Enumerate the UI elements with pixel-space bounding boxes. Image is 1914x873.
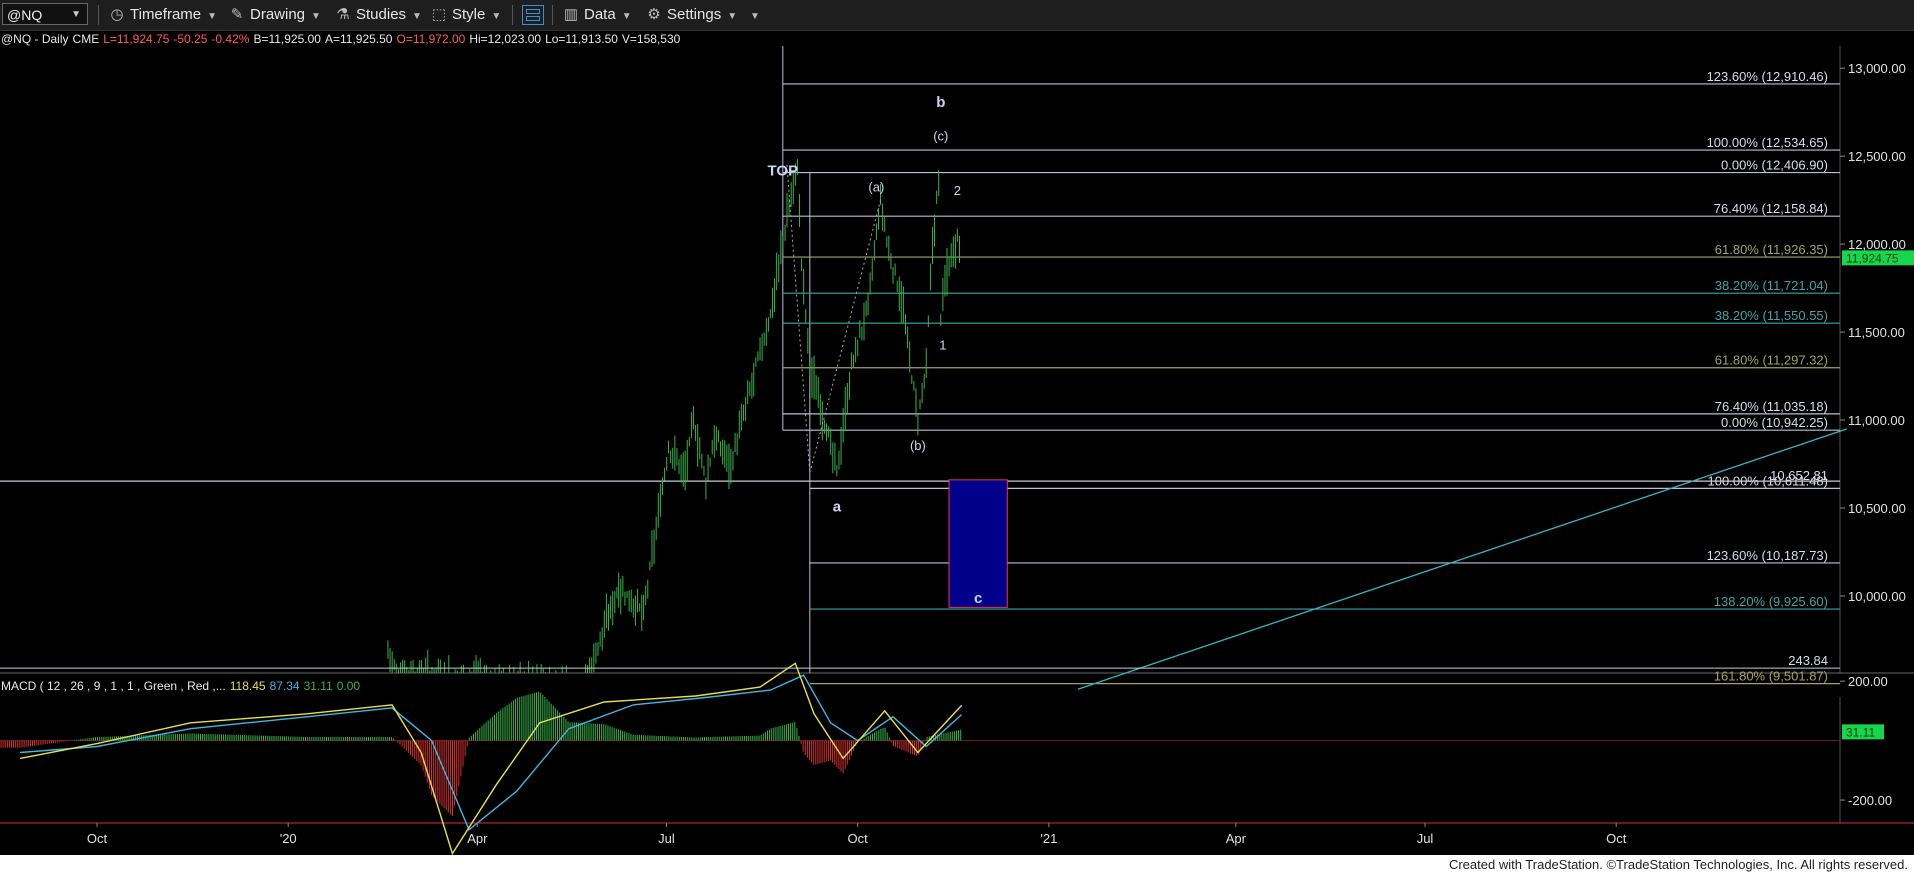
target-zone-box xyxy=(948,479,1008,608)
time-tick-label: Oct xyxy=(1606,831,1627,846)
macd-badge-label: 31.11 xyxy=(1846,725,1875,739)
wave-label: (a) xyxy=(868,179,884,194)
wave-dotted-line xyxy=(809,200,881,473)
price-chart[interactable]: 13,000.00 12,500.00 12,000.00 11,500.00 11,0… xyxy=(0,0,1914,855)
wave-label: 2 xyxy=(954,183,961,198)
price-tick-label: 12,000.00 xyxy=(1848,237,1906,252)
price-tick-label: 10,500.00 xyxy=(1848,501,1906,516)
time-tick-label: Apr xyxy=(1226,831,1247,846)
wave-label: c xyxy=(974,590,982,607)
wave-label: (c) xyxy=(933,128,948,143)
macd-study-label: MACD ( 12 , 26 , 9 , 1 , 1 , Green , Red… xyxy=(1,679,226,693)
macd-signal-value: 87.34 xyxy=(269,679,300,693)
macd-histogram xyxy=(0,691,962,817)
fib-level-label: 0.00% (12,406.90) xyxy=(1721,158,1828,173)
fib-level-label: 100.00% (12,534.65) xyxy=(1707,135,1828,150)
wave-label: a xyxy=(833,499,842,516)
footer-credit: Created with TradeStation. ©TradeStation… xyxy=(1448,857,1908,872)
macd-value: 118.45 xyxy=(229,679,266,693)
macd-zero-value: 0.00 xyxy=(336,679,361,693)
support-line-label: 10,652.81 xyxy=(1770,468,1828,483)
time-axis: Oct '20 Apr Jul Oct '21 Apr Jul Oct xyxy=(87,823,1627,846)
time-tick-label: Oct xyxy=(87,831,108,846)
fib-level-label: 0.00% (10,942.25) xyxy=(1721,415,1828,430)
wave-label: b xyxy=(936,94,945,111)
wave-label: 1 xyxy=(939,338,946,353)
wave-dotted-line xyxy=(786,164,811,473)
wave-label: (b) xyxy=(910,438,926,453)
fib-level-label: 38.20% (11,721.04) xyxy=(1715,278,1828,293)
price-tick-label: 13,000.00 xyxy=(1848,61,1906,76)
price-tick-label: 11,000.00 xyxy=(1848,413,1905,428)
time-tick-label: Jul xyxy=(658,831,675,846)
macd-hist-value: 31.11 xyxy=(303,679,333,693)
time-tick-label: '20 xyxy=(280,831,297,846)
macd-tick-label: -200.00 xyxy=(1848,793,1892,808)
fib-level-label: 76.40% (11,035.18) xyxy=(1715,399,1828,414)
fib-level-label: 123.60% (10,187.73) xyxy=(1707,548,1828,563)
macd-header: MACD ( 12 , 26 , 9 , 1 , 1 , Green , Red… xyxy=(1,679,364,693)
last-price-badge-label: 11,924.75 xyxy=(1846,251,1899,265)
macd-tick-label: 200.00 xyxy=(1848,674,1888,689)
fib-level-label: 138.20% (9,925.60) xyxy=(1714,594,1828,609)
ohlc-bars xyxy=(387,159,960,673)
time-tick-label: '21 xyxy=(1040,831,1057,846)
time-tick-label: Oct xyxy=(848,831,869,846)
fib-level-label: 161.80% (9,501.87) xyxy=(1714,669,1828,684)
time-tick-label: Jul xyxy=(1417,831,1434,846)
fib-level-label: 76.40% (12,158.84) xyxy=(1714,201,1828,216)
fib-level-label: 38.20% (11,550.55) xyxy=(1715,308,1828,323)
wave-label: TOP xyxy=(768,163,799,180)
price-tick-label: 10,000.00 xyxy=(1848,589,1906,604)
price-tick-label: 12,500.00 xyxy=(1848,149,1906,164)
time-tick-label: Apr xyxy=(467,831,488,846)
price-panel: 13,000.00 12,500.00 12,000.00 11,500.00 11,0… xyxy=(0,46,1914,690)
price-tick-label: 11,500.00 xyxy=(1848,325,1905,340)
fib-level-label: 61.80% (11,297.32) xyxy=(1715,353,1828,368)
fib-level-label: 61.80% (11,926.35) xyxy=(1715,242,1828,257)
macd-reference-label: 243.84 xyxy=(1788,653,1828,668)
fib-level-label: 123.60% (12,910.46) xyxy=(1707,69,1828,84)
